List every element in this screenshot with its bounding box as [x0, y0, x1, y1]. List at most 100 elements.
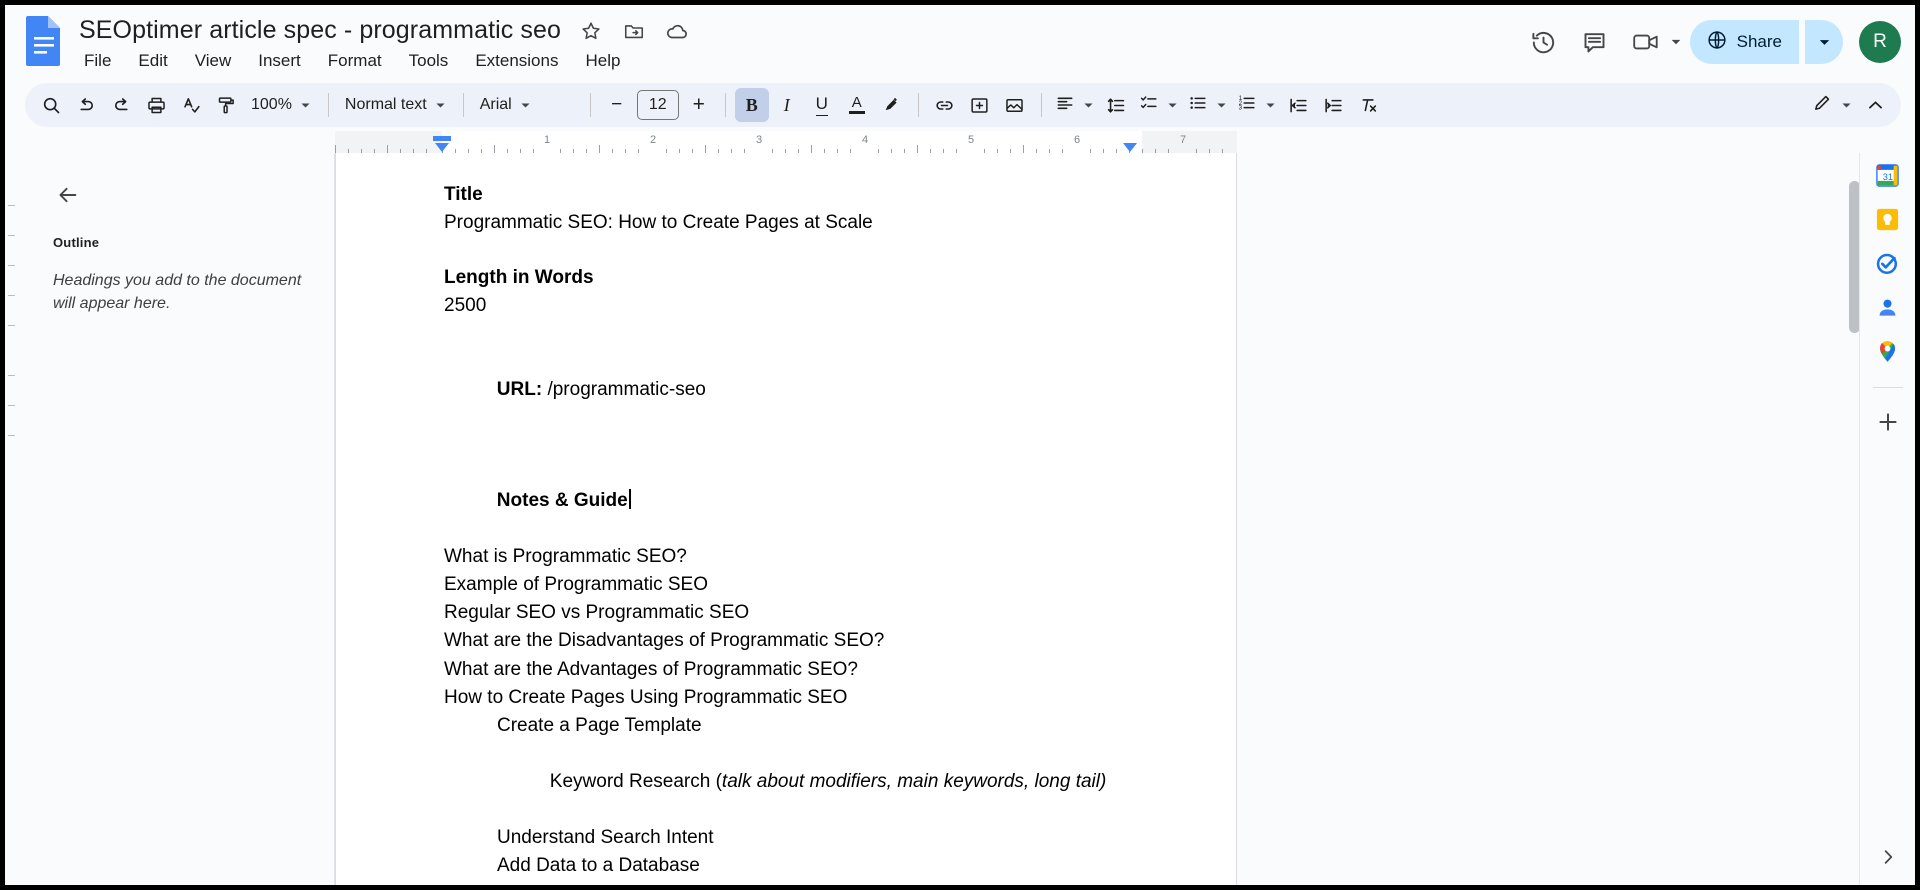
italic-label: I: [784, 95, 790, 116]
doc-heading-title: Title: [444, 181, 1140, 209]
undo-icon[interactable]: [69, 88, 103, 122]
numbered-list-icon: 1 2 3: [1237, 93, 1257, 118]
numbered-list-dropdown[interactable]: 1 2 3: [1233, 88, 1281, 122]
add-ons-plus-icon[interactable]: [1874, 408, 1902, 436]
menu-item-help[interactable]: Help: [582, 50, 623, 72]
keyword-research-note: talk about modifiers, main keywords, lon…: [722, 771, 1106, 792]
google-meet-button[interactable]: [1623, 19, 1685, 65]
menu-item-edit[interactable]: Edit: [135, 50, 170, 72]
horizontal-ruler[interactable]: 1 2 3 4: [335, 131, 1237, 153]
main-toolbar: 100% Normal text Arial −: [25, 83, 1901, 127]
checklist-icon: [1139, 93, 1159, 118]
rail-divider: [1873, 387, 1903, 388]
paint-format-icon[interactable]: [209, 88, 243, 122]
left-indent-marker[interactable]: [435, 143, 449, 152]
chevron-down-icon: [299, 99, 312, 112]
svg-text:31: 31: [1883, 171, 1893, 181]
menu-item-insert[interactable]: Insert: [255, 50, 304, 72]
menu-item-file[interactable]: File: [81, 50, 114, 72]
line-spacing-icon[interactable]: [1100, 88, 1134, 122]
menu-item-view[interactable]: View: [192, 50, 235, 72]
google-contacts-icon[interactable]: [1874, 293, 1902, 321]
menu-item-extensions[interactable]: Extensions: [472, 50, 561, 72]
decrease-indent-icon[interactable]: [1282, 88, 1316, 122]
avatar[interactable]: R: [1859, 21, 1901, 63]
ruler-number-2: 2: [650, 134, 656, 146]
doc-outline-subitem: Understand Search Intent: [444, 824, 1140, 852]
text-color-label: A: [852, 96, 862, 109]
doc-url-value: /programmatic-seo: [542, 379, 706, 400]
increase-indent-icon[interactable]: [1317, 88, 1351, 122]
move-to-folder-icon[interactable]: [621, 18, 647, 44]
bulleted-list-dropdown[interactable]: [1184, 88, 1232, 122]
text-color-button[interactable]: A: [840, 88, 874, 122]
share-button[interactable]: Share: [1690, 20, 1799, 64]
doc-outline-item: What are the Advantages of Programmatic …: [444, 656, 1140, 684]
comment-history-icon[interactable]: [1572, 19, 1618, 65]
arrow-back-icon[interactable]: [48, 175, 88, 215]
outline-empty-hint: Headings you add to the document will ap…: [53, 270, 310, 315]
insert-link-icon[interactable]: [928, 88, 962, 122]
share-options-caret[interactable]: [1805, 20, 1843, 64]
keyword-research-label: Keyword Research (: [550, 771, 722, 792]
page-title[interactable]: SEOptimer article spec - programmatic se…: [79, 16, 561, 45]
zoom-level-dropdown[interactable]: 100%: [244, 88, 319, 122]
highlight-icon[interactable]: [875, 88, 909, 122]
increase-font-size-button[interactable]: +: [682, 88, 716, 122]
doc-outline-item: What are the Disadvantages of Programmat…: [444, 627, 1140, 655]
toolbar-container: 100% Normal text Arial −: [5, 83, 1915, 131]
clear-formatting-icon[interactable]: [1352, 88, 1386, 122]
add-comment-icon[interactable]: [963, 88, 997, 122]
google-tasks-icon[interactable]: [1874, 249, 1902, 277]
align-dropdown[interactable]: [1051, 88, 1099, 122]
globe-icon: [1706, 29, 1728, 56]
menu-item-format[interactable]: Format: [325, 50, 385, 72]
doc-outline-subitem-keyword-research: Keyword Research (talk about modifiers, …: [444, 740, 1140, 824]
doc-heading-notes-guide-text: Notes & Guide: [497, 490, 628, 511]
font-size-input[interactable]: 12: [637, 90, 679, 120]
doc-heading-length: Length in Words: [444, 264, 1140, 292]
saved-to-drive-icon[interactable]: [664, 18, 690, 44]
star-icon[interactable]: [578, 18, 604, 44]
spellcheck-icon[interactable]: [174, 88, 208, 122]
doc-value-length: 2500: [444, 292, 1140, 320]
underline-label: U: [816, 94, 828, 116]
text-color-swatch: [849, 111, 865, 115]
google-keep-icon[interactable]: [1874, 205, 1902, 233]
title-and-menu-block: SEOptimer article spec - programmatic se…: [79, 16, 690, 72]
google-docs-icon[interactable]: [23, 15, 65, 67]
decrease-font-size-button[interactable]: −: [600, 88, 634, 122]
google-docs-window: SEOptimer article spec - programmatic se…: [0, 0, 1920, 890]
collapse-toolbar-chevron-up-icon[interactable]: [1858, 88, 1892, 122]
checklist-dropdown[interactable]: [1135, 88, 1183, 122]
print-icon[interactable]: [139, 88, 173, 122]
outline-title: Outline: [53, 235, 310, 250]
toolbar-divider: [725, 93, 726, 117]
search-icon[interactable]: [34, 88, 68, 122]
google-meet-icon[interactable]: [1623, 19, 1669, 65]
toolbar-divider: [463, 93, 464, 117]
font-family-value: Arial: [480, 96, 512, 114]
version-history-icon[interactable]: [1521, 19, 1567, 65]
paragraph-style-dropdown[interactable]: Normal text: [338, 88, 454, 122]
ruler-number-7: 7: [1180, 134, 1186, 146]
document-page[interactable]: Title Programmatic SEO: How to Create Pa…: [335, 153, 1237, 890]
editing-mode-dropdown[interactable]: [1808, 88, 1857, 122]
left-indent-marker-bar[interactable]: [433, 136, 451, 141]
menu-item-tools[interactable]: Tools: [406, 50, 452, 72]
google-maps-icon[interactable]: [1874, 337, 1902, 365]
show-side-panel-chevron-right-icon[interactable]: [1874, 843, 1902, 871]
bold-button[interactable]: B: [735, 88, 769, 122]
font-family-dropdown[interactable]: Arial: [473, 88, 581, 122]
italic-button[interactable]: I: [770, 88, 804, 122]
doc-outline-subitem: Add Data to a Database: [444, 852, 1140, 880]
text-cursor: [629, 489, 631, 509]
insert-image-icon[interactable]: [998, 88, 1032, 122]
chevron-down-icon[interactable]: [1669, 35, 1683, 49]
right-indent-marker[interactable]: [1123, 143, 1137, 152]
app-header: SEOptimer article spec - programmatic se…: [5, 5, 1915, 83]
paragraph-style-value: Normal text: [345, 96, 427, 114]
underline-button[interactable]: U: [805, 88, 839, 122]
redo-icon[interactable]: [104, 88, 138, 122]
google-calendar-icon[interactable]: 31: [1874, 161, 1902, 189]
